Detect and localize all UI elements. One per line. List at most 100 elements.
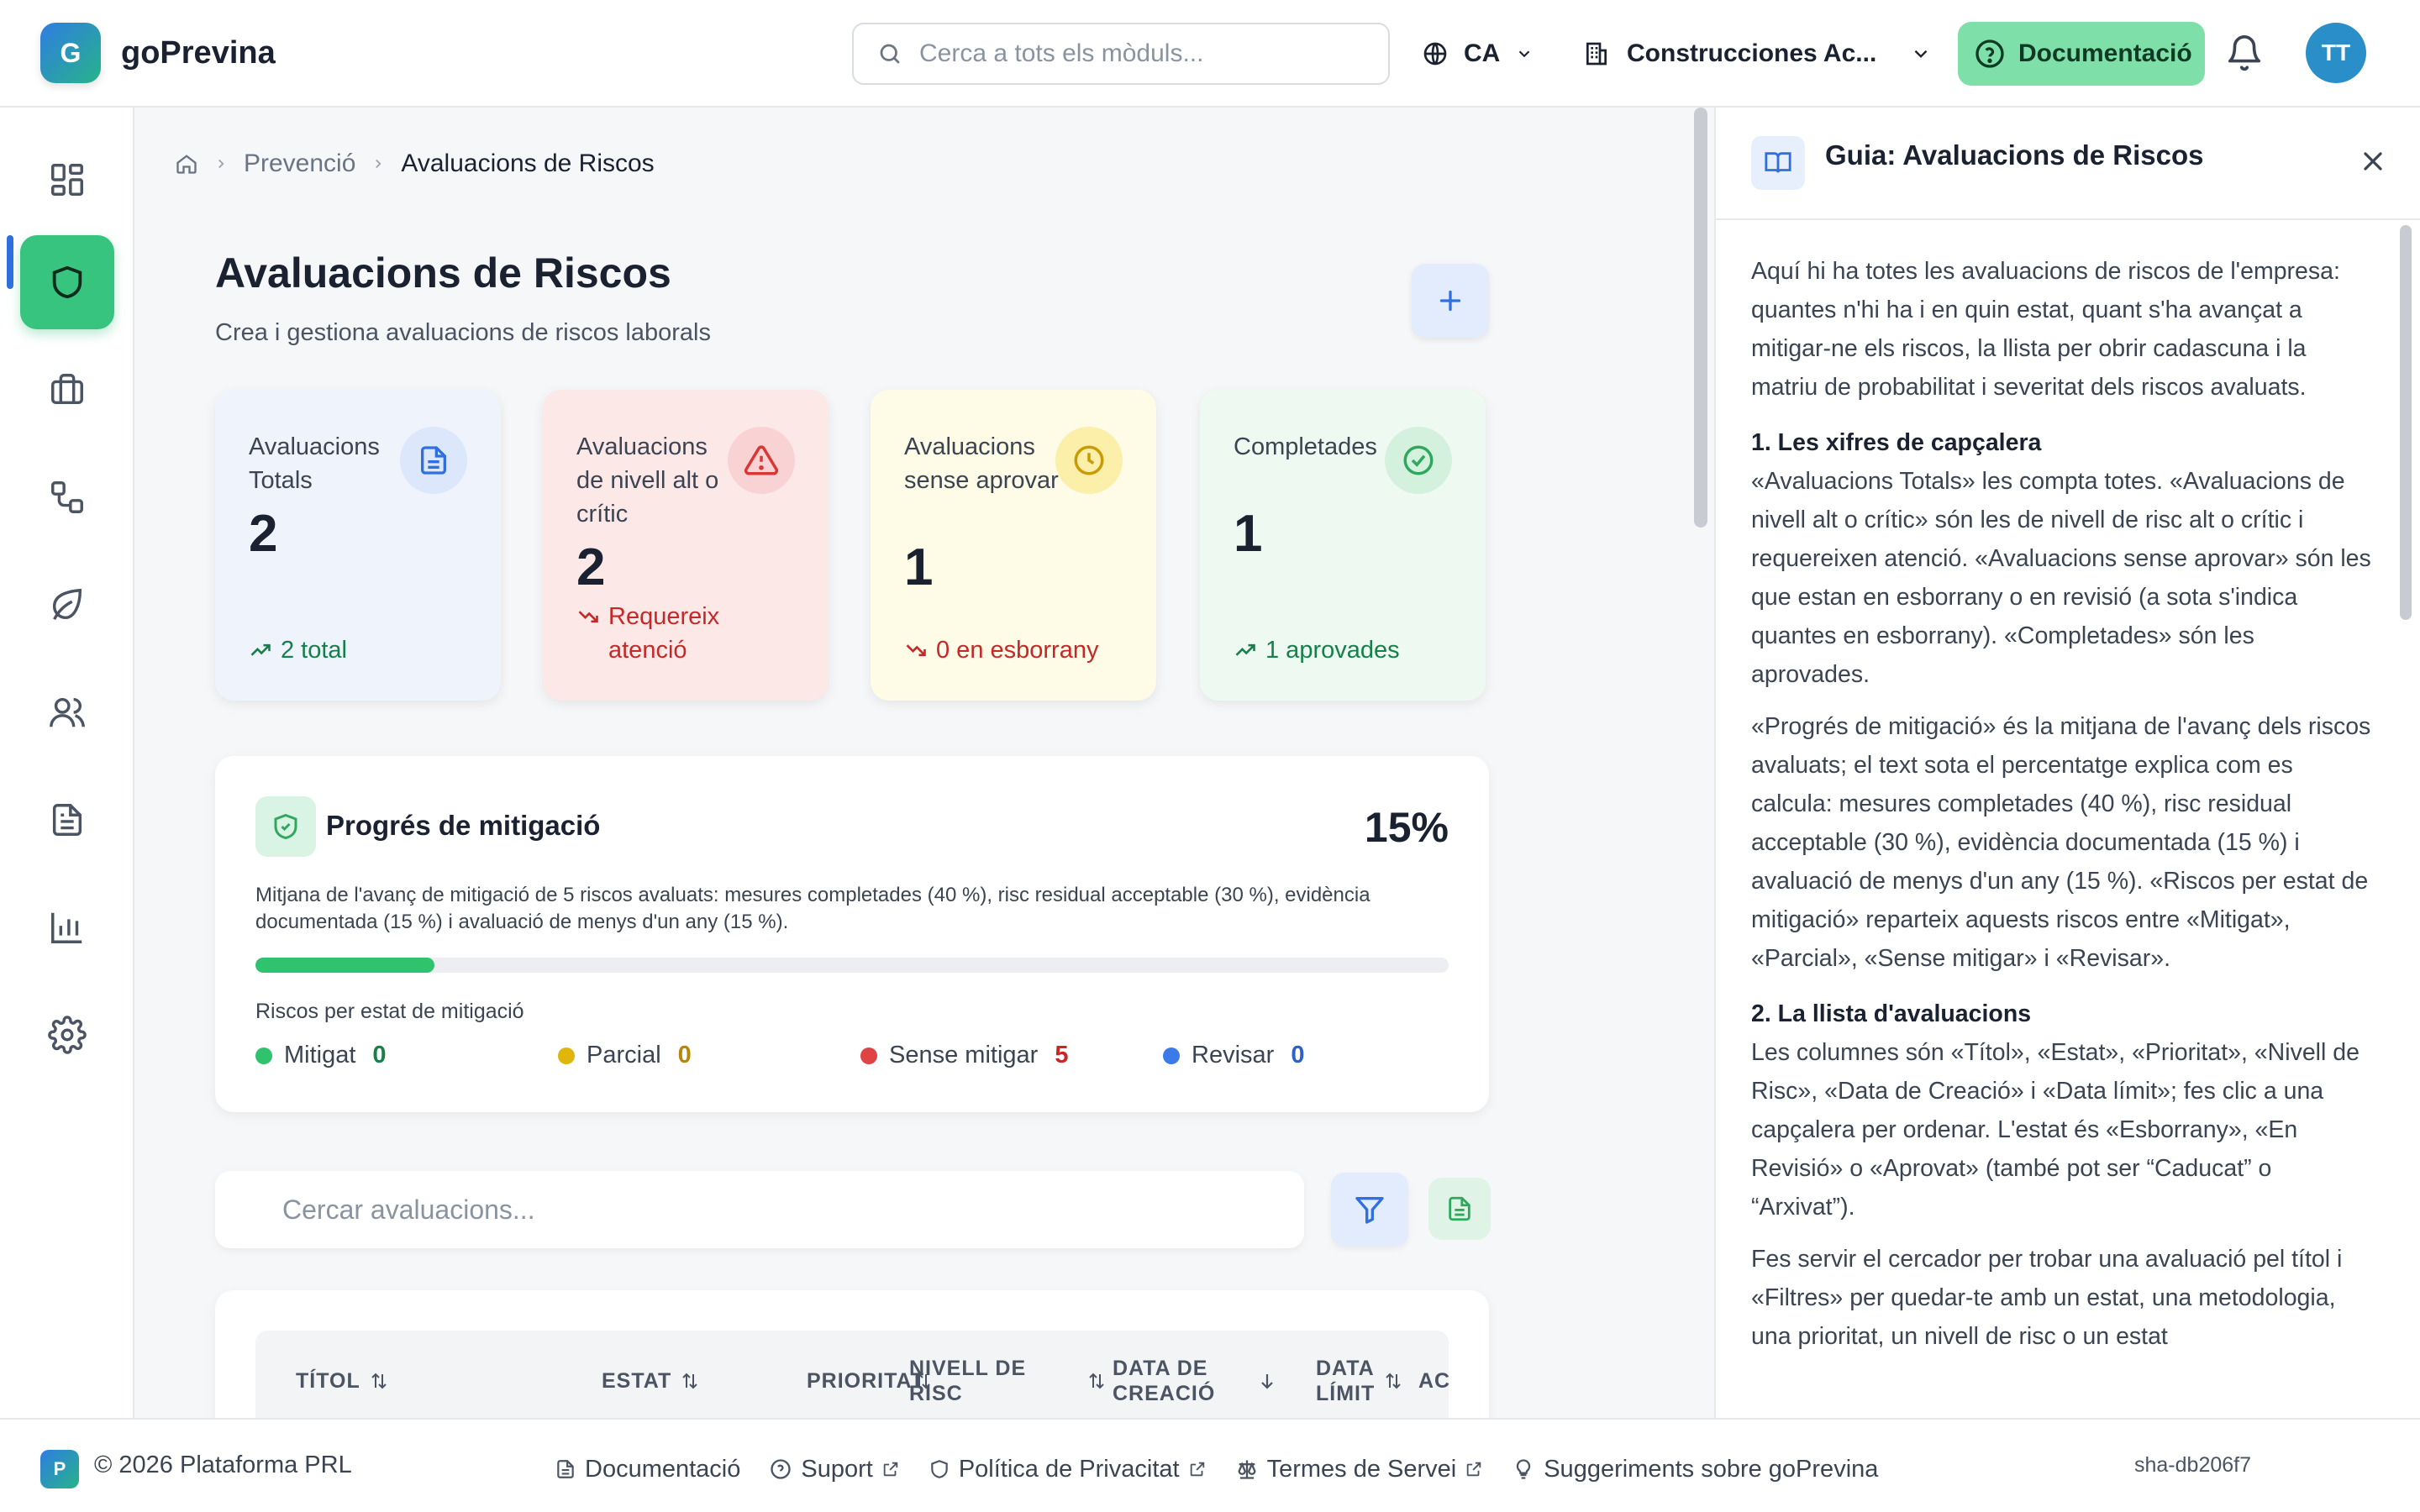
sidebar-item-documents[interactable] [20, 773, 114, 867]
app-logo[interactable]: G [40, 23, 101, 83]
sort-icon [1386, 1373, 1401, 1389]
footer-links: Documentació Suport Política de Privacit… [555, 1446, 1878, 1492]
workflow-icon [51, 481, 83, 513]
sidebar-item-environment[interactable] [20, 558, 114, 652]
main-scrollbar[interactable] [1694, 108, 1707, 528]
legend-item-review: Revisar 0 [1163, 1042, 1304, 1069]
column-deadline[interactable]: DATA LÍMIT [1316, 1331, 1403, 1418]
stat-trend: 0 en esborrany [904, 633, 1098, 667]
sidebar-item-settings[interactable] [20, 988, 114, 1082]
main-content: Prevenció Avaluacions de Riscos Avaluaci… [134, 108, 1691, 1418]
briefcase-icon [51, 374, 83, 405]
sidebar-item-work[interactable] [20, 343, 114, 437]
app-title[interactable]: goPrevina [121, 35, 276, 71]
column-risk-level[interactable]: NIVELL DE RISC [909, 1331, 1107, 1418]
shield-icon [52, 265, 82, 299]
sidebar [0, 108, 134, 1418]
shield-check-icon [255, 796, 316, 857]
filter-icon [1355, 1197, 1384, 1224]
legend-item-unmitigated: Sense mitigar 5 [860, 1042, 1068, 1069]
external-link-icon [883, 1462, 898, 1477]
close-icon[interactable] [2358, 146, 2388, 176]
stat-value: 2 [249, 505, 278, 563]
stat-card-total[interactable]: Avaluacions Totals 2 2 total [215, 390, 501, 701]
sidebar-item-prevention[interactable] [20, 235, 114, 329]
legend-item-mitigated: Mitigat 0 [255, 1042, 387, 1069]
language-label: CA [1464, 39, 1501, 67]
help-circle-icon [771, 1459, 792, 1479]
chevron-down-icon [1914, 50, 1928, 58]
footer-link-documentation[interactable]: Documentació [555, 1456, 740, 1483]
breadcrumb-section[interactable]: Prevenció [244, 150, 355, 178]
active-indicator [7, 235, 13, 289]
export-button[interactable] [1428, 1178, 1491, 1240]
stat-card-unapproved[interactable]: Avaluacions sense aprovar 1 0 en esborra… [871, 390, 1156, 701]
stat-value: 1 [1234, 505, 1263, 563]
company-name: Construcciones Ac... [1627, 39, 1877, 67]
user-avatar[interactable]: TT [2306, 23, 2366, 83]
column-status[interactable]: ESTAT [602, 1331, 700, 1418]
stat-value: 2 [576, 538, 606, 596]
stat-trend: Requereix atenció [576, 600, 761, 667]
add-assessment-button[interactable] [1412, 264, 1489, 338]
company-selector[interactable]: Construcciones Ac... [1583, 34, 1932, 74]
footer-link-terms[interactable]: Termes de Servei [1235, 1456, 1484, 1483]
guide-panel: Guia: Avaluacions de Riscos Aquí hi ha t… [1714, 108, 2420, 1418]
footer: P © 2026 Plataforma PRL Documentació Sup… [0, 1418, 2420, 1512]
table-header: TÍTOL ESTAT PRIORITAT NIVELL DE RISC DATA… [255, 1331, 1449, 1418]
filter-button[interactable] [1331, 1173, 1408, 1247]
stat-label: Avaluacions Totals [249, 433, 380, 494]
external-link-icon [1190, 1462, 1204, 1477]
stat-card-completed[interactable]: Completades 1 1 aprovades [1200, 390, 1486, 701]
shield-icon [931, 1460, 948, 1478]
breadcrumb-current: Avaluacions de Riscos [401, 150, 655, 177]
guide-scrollbar[interactable] [2400, 225, 2412, 620]
language-selector[interactable]: CA [1422, 34, 1534, 74]
footer-copyright: © 2026 Plataforma PRL [94, 1452, 352, 1478]
sidebar-item-dashboard[interactable] [20, 133, 114, 227]
guide-paragraph: «Progrés de mitigació» és la mitjana de … [1751, 713, 2371, 972]
chevron-right-icon [218, 159, 224, 169]
trending-up-icon [1235, 643, 1255, 656]
column-title[interactable]: TÍTOL [296, 1331, 389, 1418]
guide-paragraph: Fes servir el cercador per trobar una av… [1751, 1246, 2343, 1350]
global-search-input[interactable]: Cerca a tots els mòduls... [852, 23, 1390, 85]
sort-icon [371, 1373, 387, 1389]
alert-triangle-icon [728, 427, 795, 494]
document-icon [52, 804, 82, 836]
footer-link-privacy[interactable]: Política de Privacitat [929, 1456, 1207, 1483]
page-title: Avaluacions de Riscos [215, 249, 671, 297]
help-circle-icon [1975, 39, 2004, 68]
chevron-right-icon [376, 159, 381, 169]
guide-header: Guia: Avaluacions de Riscos [1716, 108, 2420, 220]
clock-icon [1055, 427, 1123, 494]
footer-link-support[interactable]: Suport [769, 1456, 899, 1483]
footer-link-suggestions[interactable]: Suggeriments sobre goPrevina [1512, 1456, 1878, 1483]
top-header: G goPrevina Cerca a tots els mòduls... C… [0, 0, 2420, 108]
sidebar-item-workflow[interactable] [20, 450, 114, 544]
check-circle-icon [1385, 427, 1452, 494]
home-icon[interactable] [175, 152, 198, 176]
guide-body: Aquí hi ha totes les avaluacions de risc… [1751, 252, 2373, 1369]
sidebar-item-people[interactable] [20, 665, 114, 759]
search-placeholder: Cercar avaluacions... [282, 1194, 535, 1225]
sidebar-item-reports[interactable] [20, 880, 114, 974]
legend-item-partial: Parcial 0 [558, 1042, 692, 1069]
search-icon [880, 44, 900, 64]
legend-title: Riscos per estat de mitigació [255, 1000, 524, 1023]
assessments-table: TÍTOL ESTAT PRIORITAT NIVELL DE RISC DATA… [215, 1290, 1489, 1418]
sort-icon [1089, 1373, 1104, 1389]
progress-description: Mitjana de l'avanç de mitigació de 5 ris… [255, 884, 1370, 933]
stat-card-high-risk[interactable]: Avaluacions de nivell alt o crític 2 Req… [543, 390, 829, 701]
documentation-button[interactable]: Documentació [1958, 22, 2205, 86]
assessment-search-input[interactable]: Cercar avaluacions... [215, 1171, 1304, 1248]
file-text-icon [400, 427, 467, 494]
notifications-bell-icon[interactable] [2225, 34, 2264, 72]
stat-label: Completades [1234, 433, 1377, 460]
plus-icon [1439, 290, 1461, 312]
building-icon [1586, 42, 1607, 66]
stat-label: Avaluacions sense aprovar [904, 433, 1059, 494]
document-icon [557, 1460, 574, 1478]
guide-heading-1: 1. Les xifres de capçalera [1751, 429, 2042, 456]
column-created-date[interactable]: DATA DE CREACIÓ [1113, 1331, 1277, 1418]
